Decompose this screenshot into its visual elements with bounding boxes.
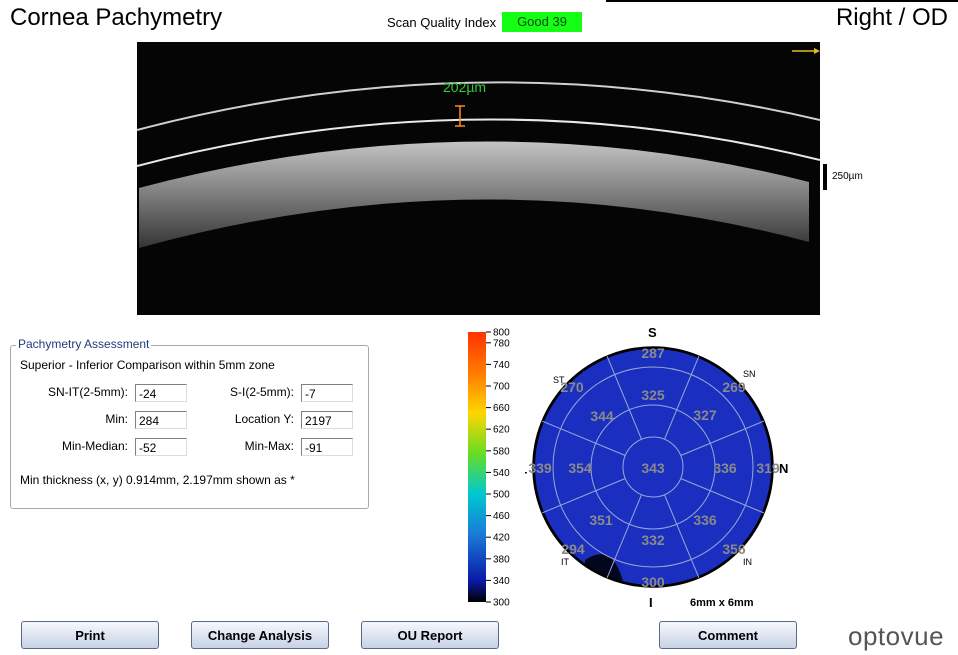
thickness-measurement: 202µm [443,79,486,95]
color-scale-tick-label: 420 [493,533,510,544]
map-value-outer-bottom: 300 [641,574,665,590]
map-label-it: IT [561,557,570,567]
map-value-outer-bottom-right: 356 [722,541,746,557]
thickness-color-scale: 800 780 740 700 660 620 580 540 500 460 420 380 340 3… [460,328,520,608]
map-value-outer-bottom-left: 294 [561,541,585,557]
map-value-inner-top: 325 [641,387,665,403]
min-max-label: Min-Max: [244,439,294,453]
color-scale-gradient [468,332,486,602]
min-thickness-note: Min thickness (x, y) 0.914mm, 2.197mm sh… [20,473,295,487]
color-scale-tick-label: 660 [493,403,510,414]
map-value-center: 343 [641,460,665,476]
s-i-field[interactable]: -7 [301,384,353,402]
map-label-t: T [525,469,527,484]
color-scale-tick-label: 500 [493,490,510,501]
oct-scan-image: 202µm [137,42,820,315]
page-title: Cornea Pachymetry [10,4,223,31]
map-value-inner-bottom: 332 [641,532,665,548]
map-value-inner-top-left: 344 [590,408,614,424]
color-scale-tick-label: 700 [493,382,510,393]
map-label-s: S [648,325,657,340]
s-i-label: S-I(2-5mm): [230,385,294,399]
map-value-outer-top-right: 269 [722,379,746,395]
map-label-sn: SN [743,369,756,379]
color-scale-tick-label: 580 [493,446,510,457]
location-y-label: Location Y: [234,412,294,426]
change-analysis-button[interactable]: Change Analysis [191,621,329,649]
map-value-outer-top-left: 270 [560,379,584,395]
assessment-legend: Pachymetry Assessment [16,337,152,351]
color-scale-tick-label: 300 [493,598,510,609]
scan-quality-badge: Good 39 [502,12,582,32]
optovue-logo: optovue [848,621,945,651]
scan-quality-label: Scan Quality Index [387,15,497,30]
map-value-inner-bottom-right: 336 [693,512,717,528]
map-value-inner-left: 354 [568,460,592,476]
map-value-outer-left: 339 [528,460,552,476]
pachymetry-map: S I T N SN ST IN IT 6mm x 6mm 343 325 32… [519,325,797,615]
assessment-subtitle: Superior - Inferior Comparison within 5m… [20,358,275,372]
min-median-label: Min-Median: [61,439,128,453]
color-scale-tick-label: 540 [493,468,510,479]
map-value-inner-top-right: 327 [693,407,717,423]
color-scale-tick-label: 380 [493,554,510,565]
scale-label: 250µm [832,171,863,182]
comment-button[interactable]: Comment [659,621,797,649]
color-scale-tick-label: 740 [493,360,510,371]
min-median-field[interactable]: -52 [135,438,187,456]
min-field[interactable]: 284 [135,411,187,429]
map-value-outer-top: 287 [641,345,665,361]
color-scale-tick-label: 780 [493,338,510,349]
map-label-n: N [779,461,788,476]
map-value-outer-right: 319 [756,460,780,476]
ou-report-button[interactable]: OU Report [361,621,499,649]
header-divider [606,0,958,2]
color-scale-tick-label: 620 [493,425,510,436]
map-label-i: I [649,595,653,610]
color-scale-tick-label: 340 [493,576,510,587]
scan-cornea-body [139,141,809,248]
location-y-field[interactable]: 2197 [301,411,353,429]
sn-it-field[interactable]: -24 [135,384,187,402]
sn-it-label: SN-IT(2-5mm): [48,385,128,399]
map-size-label: 6mm x 6mm [690,597,754,609]
min-label: Min: [105,412,128,426]
min-max-field[interactable]: -91 [301,438,353,456]
map-value-inner-bottom-left: 351 [589,512,613,528]
eye-label: Right / OD [835,4,948,31]
map-value-inner-right: 336 [713,460,737,476]
pachymetry-assessment-panel: Superior - Inferior Comparison within 5m… [10,345,369,509]
print-button[interactable]: Print [21,621,159,649]
color-scale-tick-label: 460 [493,511,510,522]
map-label-in: IN [743,557,752,567]
scale-bar [823,164,827,190]
color-scale-tick-label: 800 [493,328,510,339]
